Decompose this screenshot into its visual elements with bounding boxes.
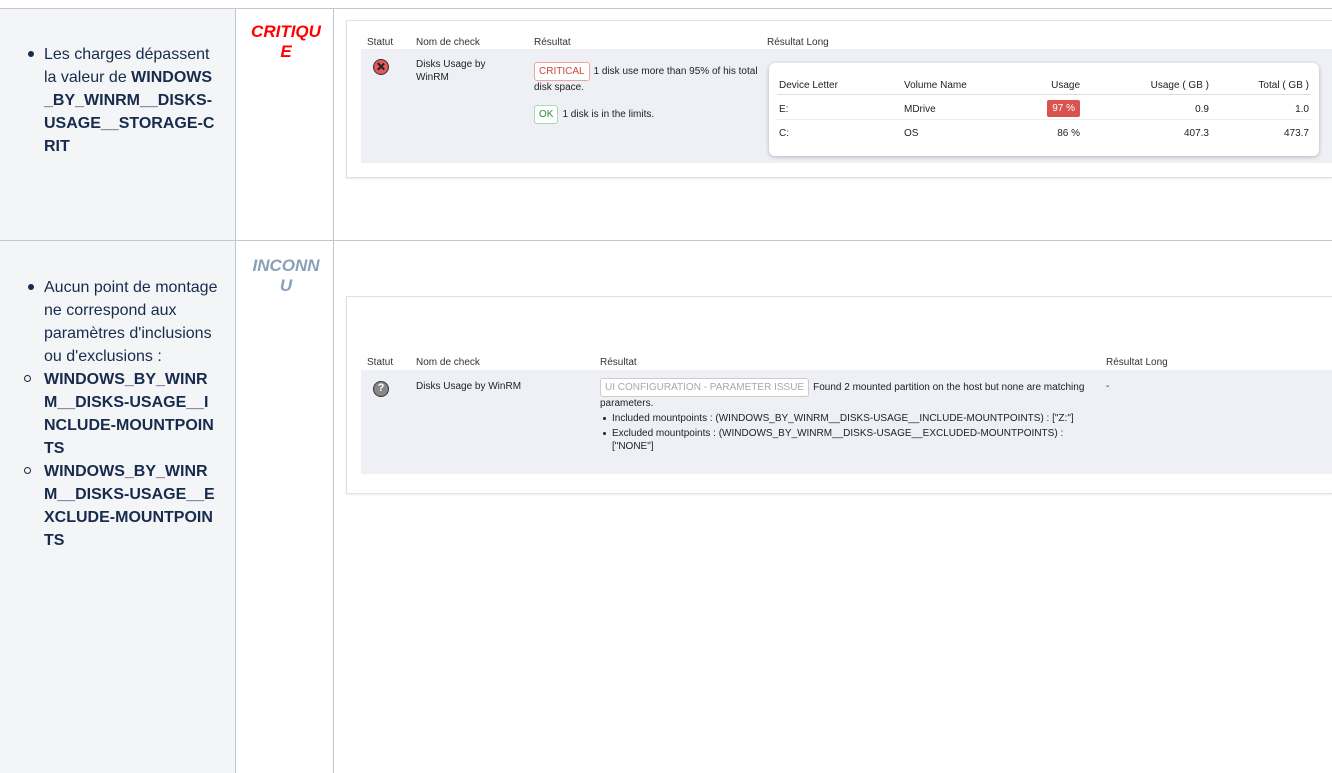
row1-result-ok: OK 1 disk is in the limits. <box>534 105 759 124</box>
table-row-c-total-gb: 473.7 <box>1283 128 1309 139</box>
bullet-icon <box>603 432 606 435</box>
table-row-e-letter: E: <box>779 104 789 115</box>
circle-bullet-icon <box>24 467 31 474</box>
included-mountpoints: Included mountpoints : (WINDOWS_BY_WINRM… <box>612 413 1074 424</box>
row1-check-name: Disks Usage by WinRM <box>416 59 486 83</box>
config-issue-tag: UI CONFIGURATION - PARAMETER ISSUE <box>600 378 810 397</box>
row1-check-panel: Statut Nom de check Résultat Résultat Lo… <box>346 20 1332 178</box>
table-row-e-total-gb: 1.0 <box>1295 104 1309 115</box>
row2-check-panel: Statut Nom de check Résultat Résultat Lo… <box>346 296 1332 494</box>
col-usage: Usage <box>1051 80 1080 91</box>
table-row-c-volume: OS <box>904 128 919 139</box>
row2-status-label: INCONNU <box>252 256 320 295</box>
ok-result-text: 1 disk is in the limits. <box>562 109 655 120</box>
bullet-icon <box>603 417 606 420</box>
col-volume-name: Volume Name <box>904 80 967 91</box>
critical-x-icon <box>373 59 389 75</box>
header-resultat: Résultat <box>534 37 571 48</box>
row2-item-include: WINDOWS_BY_WINRM__DISKS-USAGE__INCLUDE-M… <box>44 371 214 457</box>
unknown-question-icon: ? <box>373 381 389 397</box>
long-result-table-card: Device Letter Volume Name Usage Usage ( … <box>769 63 1319 156</box>
header-resultat-long: Résultat Long <box>1106 357 1168 368</box>
header-resultat-long: Résultat Long <box>767 37 829 48</box>
row1-description: Les charges dépassent la valeur de WINDO… <box>28 43 219 158</box>
header-nom-de-check: Nom de check <box>416 357 480 368</box>
row2-intro: Aucun point de montage ne correspond aux… <box>44 279 218 365</box>
row2-description: Aucun point de montage ne correspond aux… <box>24 276 219 552</box>
col-divider-2 <box>333 8 334 773</box>
col-usage-gb: Usage ( GB ) <box>1150 80 1209 91</box>
row2-check-name: Disks Usage by WinRM <box>416 381 522 392</box>
table-row-c-usage: 86 % <box>1057 128 1080 139</box>
circle-bullet-icon <box>24 375 31 382</box>
excluded-mountpoints: Excluded mountpoints : (WINDOWS_BY_WINRM… <box>612 428 1064 452</box>
col-total-gb: Total ( GB ) <box>1258 80 1309 91</box>
header-statut: Statut <box>367 357 394 368</box>
bullet-icon <box>28 51 34 57</box>
col-device-letter: Device Letter <box>779 80 838 91</box>
bullet-icon <box>28 284 34 290</box>
row1-status-label: CRITIQUE <box>251 22 321 61</box>
table-row-e-volume: MDrive <box>904 104 936 115</box>
table-divider <box>777 119 1311 120</box>
row-divider <box>0 240 1332 241</box>
ok-tag: OK <box>534 105 559 124</box>
row2-result: UI CONFIGURATION - PARAMETER ISSUE Found … <box>600 378 1095 453</box>
header-statut: Statut <box>367 37 394 48</box>
table-top-border <box>0 8 1332 9</box>
header-nom-de-check: Nom de check <box>416 37 480 48</box>
row2-long-result: - <box>1106 381 1110 392</box>
table-row-e-usage-gb: 0.9 <box>1195 104 1209 115</box>
col-divider-1 <box>235 8 236 773</box>
table-row-e-usage: 97 % <box>1028 100 1080 117</box>
table-row-c-usage-gb: 407.3 <box>1183 128 1209 139</box>
critical-tag: CRITICAL <box>534 62 590 81</box>
row2-item-exclude: WINDOWS_BY_WINRM__DISKS-USAGE__EXCLUDE-M… <box>44 463 215 549</box>
header-resultat: Résultat <box>600 357 637 368</box>
usage-critical-badge: 97 % <box>1047 100 1080 117</box>
table-row-c-letter: C: <box>779 128 789 139</box>
row1-result-critical: CRITICAL 1 disk use more than 95% of his … <box>534 62 759 94</box>
table-divider <box>777 94 1311 95</box>
